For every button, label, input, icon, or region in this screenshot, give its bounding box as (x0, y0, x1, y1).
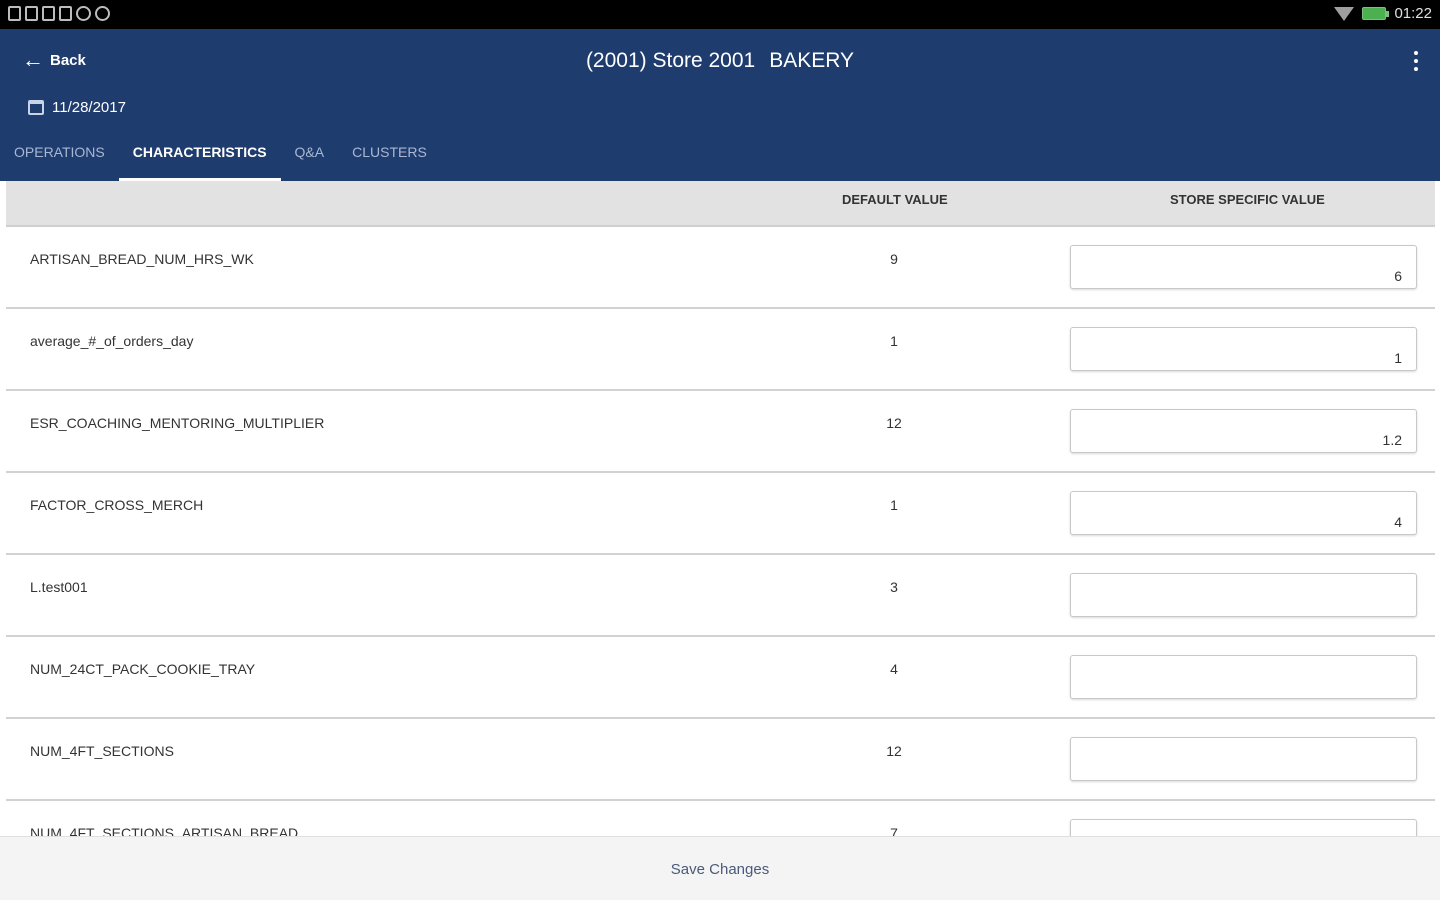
default-value: 12 (886, 415, 902, 431)
save-changes-button[interactable]: Save Changes (671, 861, 769, 878)
table-header: DEFAULT VALUE STORE SPECIFIC VALUE (6, 181, 1435, 227)
column-header-default: DEFAULT VALUE (842, 192, 948, 207)
selected-date: 11/28/2017 (52, 99, 126, 116)
tab-clusters[interactable]: CLUSTERS (338, 133, 441, 181)
tab-bar: OPERATIONS CHARACTERISTICS Q&A CLUSTERS (0, 133, 441, 181)
store-value-input[interactable] (1070, 737, 1417, 781)
table-row: NUM_24CT_PACK_COOKIE_TRAY 4 (6, 637, 1435, 719)
characteristic-name: NUM_24CT_PACK_COOKIE_TRAY (30, 661, 256, 677)
download-icon (95, 6, 110, 21)
tab-characteristics[interactable]: CHARACTERISTICS (118, 133, 281, 181)
store-value-input[interactable] (1070, 327, 1417, 371)
sync-icon (76, 6, 91, 21)
wifi-icon (1334, 6, 1355, 21)
app-bar: ← Back (2001) Store 2001 BAKERY 11/28/201… (0, 29, 1440, 181)
calendar-icon (28, 100, 44, 115)
characteristics-table: DEFAULT VALUE STORE SPECIFIC VALUE ARTIS… (6, 181, 1435, 883)
characteristic-name: ARTISAN_BREAD_NUM_HRS_WK (30, 251, 254, 267)
characteristic-name: NUM_4FT_SECTIONS (30, 743, 174, 759)
store-value-input[interactable] (1070, 245, 1417, 289)
status-bar: 01:22 (0, 0, 1440, 29)
default-value: 1 (890, 333, 898, 349)
table-row: ARTISAN_BREAD_NUM_HRS_WK 9 (6, 227, 1435, 309)
default-value: 9 (890, 251, 898, 267)
store-name: (2001) Store 2001 (585, 49, 756, 72)
signal-icon (25, 6, 38, 21)
store-value-input[interactable] (1070, 573, 1417, 617)
column-header-store: STORE SPECIFIC VALUE (1170, 192, 1325, 207)
default-value: 12 (886, 743, 902, 759)
table-row: NUM_4FT_SECTIONS 12 (6, 719, 1435, 801)
department-name: BAKERY (769, 49, 855, 72)
battery-icon (1362, 7, 1390, 20)
tab-operations[interactable]: OPERATIONS (0, 133, 119, 181)
table-row: ESR_COACHING_MENTORING_MULTIPLIER 12 (6, 391, 1435, 473)
tab-qa[interactable]: Q&A (281, 133, 339, 181)
default-value: 3 (890, 579, 898, 595)
table-row: FACTOR_CROSS_MERCH 1 (6, 473, 1435, 555)
page-title: (2001) Store 2001 BAKERY (0, 49, 1440, 73)
default-value: 4 (890, 661, 898, 677)
sim-icon (8, 6, 21, 21)
store-value-input[interactable] (1070, 409, 1417, 453)
characteristic-name: ESR_COACHING_MENTORING_MULTIPLIER (30, 415, 325, 431)
characteristic-name: FACTOR_CROSS_MERCH (30, 497, 204, 513)
date-picker[interactable]: 11/28/2017 (28, 99, 126, 116)
default-value: 1 (890, 497, 898, 513)
table-row: average_#_of_orders_day 1 (6, 309, 1435, 391)
status-time: 01:22 (1394, 5, 1432, 22)
image-icon (42, 6, 55, 21)
footer-bar: Save Changes (0, 836, 1440, 900)
notification-icons (8, 6, 110, 21)
message-icon (59, 6, 72, 21)
characteristic-name: L.test001 (30, 579, 88, 595)
table-row: L.test001 3 (6, 555, 1435, 637)
more-options-icon[interactable] (1408, 51, 1424, 71)
store-value-input[interactable] (1070, 655, 1417, 699)
characteristic-name: average_#_of_orders_day (30, 333, 194, 349)
store-value-input[interactable] (1070, 491, 1417, 535)
